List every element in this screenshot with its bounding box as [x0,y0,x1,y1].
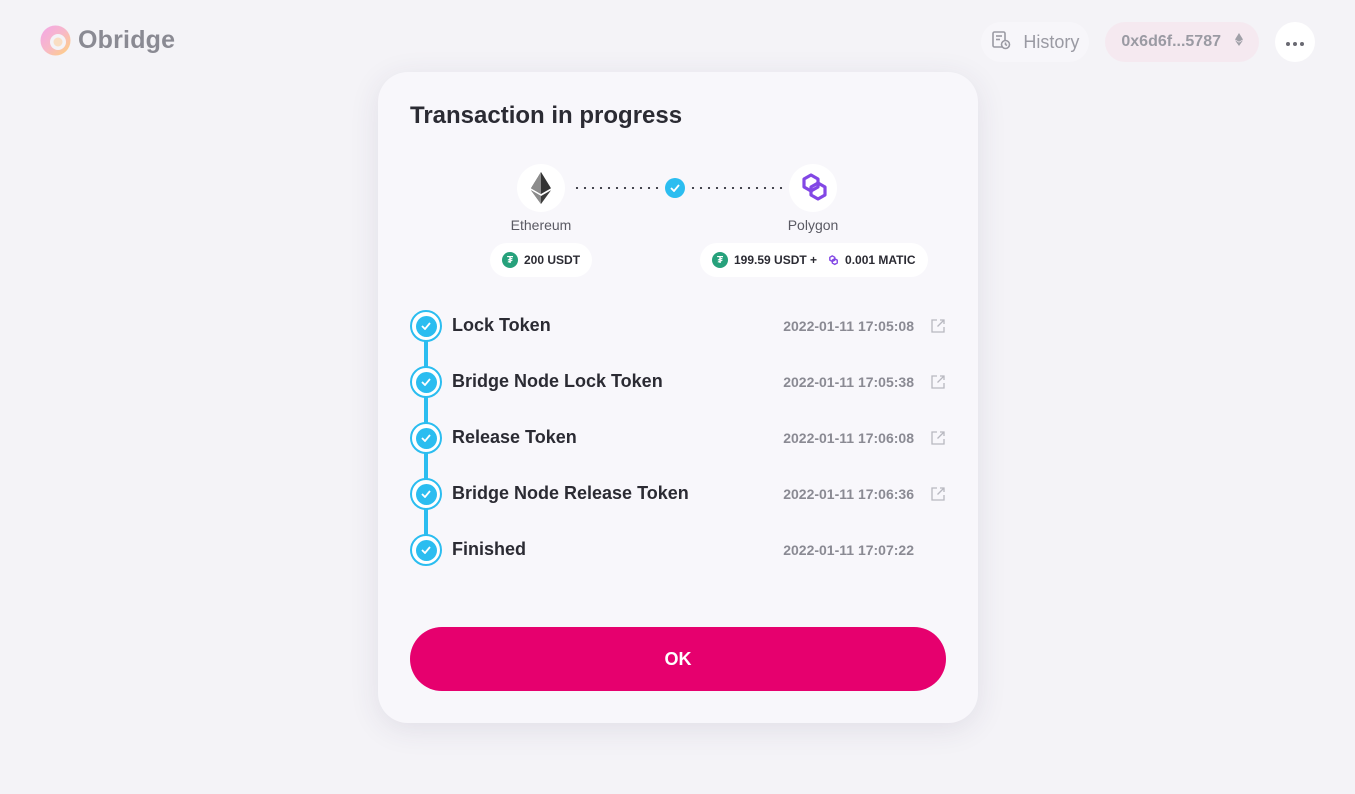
step-release-token: Release Token 2022-01-11 17:06:08 [410,410,946,482]
logo-text: Obridge [78,26,176,54]
to-amount: 199.59 USDT + [734,253,818,267]
step-bridge-node-lock-token: Bridge Node Lock Token 2022-01-11 17:05:… [410,354,946,426]
wallet-address-button[interactable]: 0x6d6f...5787 [1105,22,1259,62]
from-chain-name: Ethereum [510,217,572,233]
to-chain-name: Polygon [787,217,839,233]
step-label: Release Token [452,427,577,447]
usdt-icon: ₮ [502,252,518,268]
step-check-icon [410,422,442,454]
from-amount-pill: ₮ 200 USDT [490,243,593,277]
history-label: History [1023,31,1080,52]
step-check-icon [410,534,442,566]
matic-icon [827,254,839,266]
transaction-modal: Transaction in progress Ethereum Polygon [378,72,978,723]
history-icon [991,30,1011,55]
ethereum-icon [1235,33,1243,51]
from-amount: 200 USDT [524,253,581,267]
step-label: Finished [452,539,527,559]
external-link-icon[interactable] [930,318,946,334]
step-check-icon [410,366,442,398]
external-link-icon[interactable] [930,486,946,502]
to-amount-pill: ₮ 199.59 USDT + 0.001 MATIC [700,243,928,277]
bridge-route: Ethereum Polygon ₮ 200 USDT ₮ 199.59 USD… [410,164,946,284]
step-time: 2022-01-11 17:07:22 [783,542,914,558]
step-check-icon [410,310,442,342]
progress-steps: Lock Token 2022-01-11 17:05:08 Bridge No… [410,298,946,578]
usdt-icon: ₮ [712,252,728,268]
modal-title: Transaction in progress [410,102,683,129]
route-line-right [689,187,783,189]
step-time: 2022-01-11 17:05:08 [783,318,914,334]
step-label: Lock Token [452,315,551,335]
step-label: Bridge Node Lock Token [452,371,663,391]
ok-button[interactable]: OK [410,627,946,691]
polygon-chain-icon [789,164,837,212]
step-finished: Finished 2022-01-11 17:07:22 [410,522,946,578]
external-link-icon[interactable] [930,430,946,446]
step-lock-token: Lock Token 2022-01-11 17:05:08 [410,298,946,370]
ethereum-chain-icon [517,164,565,212]
step-time: 2022-01-11 17:05:38 [783,374,914,390]
route-check-icon [665,178,685,198]
step-check-icon [410,478,442,510]
obridge-logo-icon [39,24,72,57]
history-button[interactable]: History [981,22,1090,62]
step-time: 2022-01-11 17:06:08 [783,430,914,446]
external-link-icon[interactable] [930,374,946,390]
to-extra-amount: 0.001 MATIC [845,253,916,267]
app-logo[interactable]: Obridge [39,24,175,57]
step-label: Bridge Node Release Token [452,483,689,503]
route-line-left [573,187,661,189]
wallet-address: 0x6d6f...5787 [1121,33,1221,50]
more-menu-button[interactable] [1275,22,1315,62]
step-time: 2022-01-11 17:06:36 [783,486,914,502]
more-icon [1286,33,1304,51]
step-bridge-node-release-token: Bridge Node Release Token 2022-01-11 17:… [410,466,946,538]
header-actions: History 0x6d6f...5787 [981,22,1315,62]
